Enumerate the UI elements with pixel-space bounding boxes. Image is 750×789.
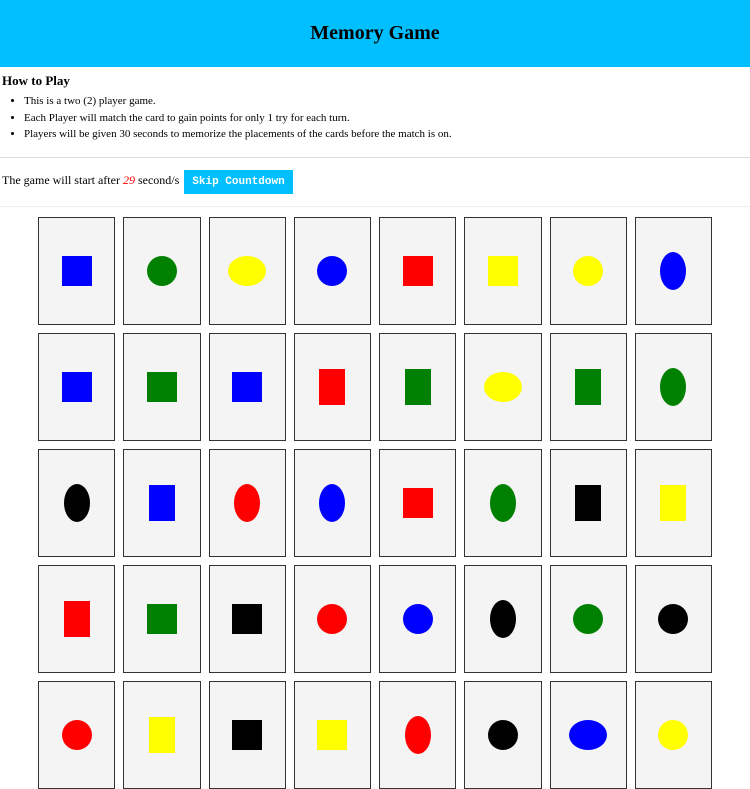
green-ellipse-v-icon [490, 484, 516, 522]
memory-card[interactable] [379, 565, 456, 673]
memory-card[interactable] [464, 333, 541, 441]
blue-ellipse-h-icon [569, 720, 607, 750]
memory-card[interactable] [464, 217, 541, 325]
memory-card[interactable] [379, 449, 456, 557]
blue-square-icon [62, 256, 92, 286]
black-rect-v-icon [575, 485, 601, 521]
memory-card[interactable] [635, 217, 712, 325]
red-rect-v-icon [319, 369, 345, 405]
red-square-icon [403, 256, 433, 286]
how-to-play-item: Players will be given 30 seconds to memo… [24, 126, 748, 143]
black-square-icon [232, 604, 262, 634]
red-circle-icon [62, 720, 92, 750]
blue-ellipse-v-icon [319, 484, 345, 522]
yellow-rect-v-icon [660, 485, 686, 521]
memory-card[interactable] [635, 333, 712, 441]
memory-card[interactable] [550, 449, 627, 557]
memory-card[interactable] [38, 565, 115, 673]
memory-card[interactable] [379, 681, 456, 789]
how-to-play-section: How to Play This is a two (2) player gam… [0, 67, 750, 158]
memory-card[interactable] [209, 681, 286, 789]
memory-card[interactable] [209, 565, 286, 673]
memory-card[interactable] [123, 449, 200, 557]
red-ellipse-v-icon [405, 716, 431, 754]
memory-card[interactable] [550, 217, 627, 325]
memory-card[interactable] [294, 333, 371, 441]
memory-card[interactable] [123, 217, 200, 325]
red-square-icon [403, 488, 433, 518]
yellow-circle-icon [573, 256, 603, 286]
countdown-suffix: second/s [135, 173, 182, 187]
blue-circle-icon [403, 604, 433, 634]
memory-card[interactable] [550, 565, 627, 673]
memory-card[interactable] [123, 565, 200, 673]
blue-square-icon [232, 372, 262, 402]
memory-card[interactable] [294, 681, 371, 789]
yellow-square-icon [488, 256, 518, 286]
page-title: Memory Game [0, 22, 750, 45]
blue-circle-icon [317, 256, 347, 286]
red-circle-icon [317, 604, 347, 634]
countdown-bar: The game will start after 29 second/s Sk… [0, 158, 750, 207]
how-to-play-item: Each Player will match the card to gain … [24, 110, 748, 127]
countdown-value: 29 [123, 173, 135, 187]
memory-card[interactable] [209, 217, 286, 325]
red-ellipse-v-icon [234, 484, 260, 522]
how-to-play-list: This is a two (2) player game. Each Play… [2, 93, 748, 143]
skip-countdown-button[interactable]: Skip Countdown [184, 170, 292, 194]
memory-card[interactable] [550, 333, 627, 441]
memory-card[interactable] [464, 565, 541, 673]
yellow-circle-icon [658, 720, 688, 750]
page-header: Memory Game [0, 0, 750, 67]
memory-card[interactable] [123, 681, 200, 789]
memory-card[interactable] [38, 217, 115, 325]
memory-card[interactable] [464, 449, 541, 557]
memory-card[interactable] [38, 449, 115, 557]
red-rect-v-icon [64, 601, 90, 637]
memory-card[interactable] [464, 681, 541, 789]
blue-square-icon [62, 372, 92, 402]
memory-card[interactable] [209, 333, 286, 441]
blue-ellipse-v-icon [660, 252, 686, 290]
yellow-ellipse-h-icon [228, 256, 266, 286]
memory-card[interactable] [38, 333, 115, 441]
black-circle-icon [658, 604, 688, 634]
blue-rect-v-icon [149, 485, 175, 521]
memory-card[interactable] [294, 449, 371, 557]
how-to-play-heading: How to Play [2, 73, 748, 89]
memory-card[interactable] [635, 681, 712, 789]
memory-card[interactable] [379, 333, 456, 441]
memory-card[interactable] [550, 681, 627, 789]
black-ellipse-v-icon [490, 600, 516, 638]
green-circle-icon [147, 256, 177, 286]
green-square-icon [147, 372, 177, 402]
countdown-prefix: The game will start after [2, 173, 123, 187]
how-to-play-item: This is a two (2) player game. [24, 93, 748, 110]
memory-card[interactable] [38, 681, 115, 789]
black-circle-icon [488, 720, 518, 750]
yellow-square-icon [317, 720, 347, 750]
memory-card[interactable] [294, 217, 371, 325]
memory-card[interactable] [635, 565, 712, 673]
memory-card[interactable] [294, 565, 371, 673]
green-ellipse-v-icon [660, 368, 686, 406]
green-rect-v-icon [575, 369, 601, 405]
green-circle-icon [573, 604, 603, 634]
card-board [0, 207, 750, 789]
memory-card[interactable] [123, 333, 200, 441]
black-square-icon [232, 720, 262, 750]
memory-card[interactable] [635, 449, 712, 557]
memory-card[interactable] [379, 217, 456, 325]
black-ellipse-v-icon [64, 484, 90, 522]
green-rect-v-icon [405, 369, 431, 405]
yellow-rect-v-icon [149, 717, 175, 753]
yellow-ellipse-h-icon [484, 372, 522, 402]
green-square-icon [147, 604, 177, 634]
memory-card[interactable] [209, 449, 286, 557]
